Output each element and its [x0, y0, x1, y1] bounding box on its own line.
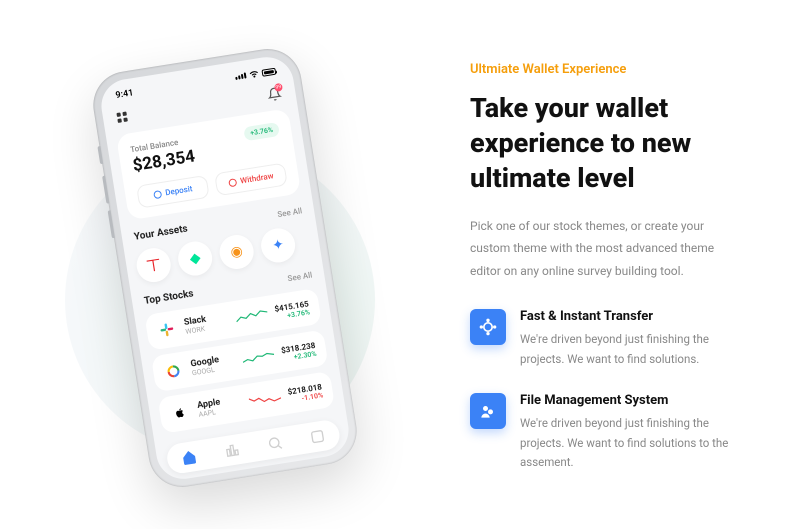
withdraw-icon: [228, 178, 237, 187]
sparkline-icon: [241, 349, 275, 368]
nav-home-icon[interactable]: [180, 448, 198, 466]
asset-neo[interactable]: ◆: [176, 239, 215, 278]
feature-title: File Management System: [520, 393, 743, 408]
feature-transfer: Fast & Instant Transfer We're driven bey…: [470, 309, 743, 369]
feature-desc: We're driven beyond just finishing the p…: [520, 414, 743, 473]
notification-bell-icon[interactable]: 99: [266, 85, 282, 101]
side-button: [97, 146, 103, 164]
marketing-content: Ultmiate Wallet Experience Take your wal…: [410, 32, 743, 496]
withdraw-button[interactable]: Withdraw: [214, 162, 288, 196]
asset-cloud[interactable]: ✦: [259, 226, 298, 265]
phone-mockup-area: 9:41 99: [50, 40, 410, 489]
feature-desc: We're driven beyond just finishing the p…: [520, 330, 743, 369]
stocks-title: Top Stocks: [143, 288, 194, 307]
slack-icon: [156, 318, 179, 341]
status-time: 9:41: [115, 88, 134, 101]
signal-icon: [235, 72, 247, 80]
nav-search-icon[interactable]: [266, 434, 284, 452]
balance-change-badge: +3.76%: [243, 122, 280, 141]
subtext: Pick one of our stock themes, or create …: [470, 215, 743, 283]
transfer-icon: [470, 309, 506, 345]
notification-badge: 99: [274, 83, 283, 92]
google-icon: [162, 360, 185, 383]
assets-see-all[interactable]: See All: [277, 206, 303, 219]
stocks-list: Slack WORK $415.165 +3.76%: [144, 288, 335, 434]
sparkline-icon: [235, 307, 269, 326]
asset-coin[interactable]: ◉: [217, 233, 256, 272]
assets-title: Your Assets: [133, 223, 188, 242]
stocks-see-all[interactable]: See All: [287, 271, 313, 284]
wifi-icon: [248, 69, 259, 78]
withdraw-label: Withdraw: [240, 171, 275, 185]
deposit-label: Deposit: [165, 184, 193, 197]
apple-icon: [169, 401, 192, 424]
menu-grid-icon[interactable]: [116, 112, 127, 123]
deposit-button[interactable]: Deposit: [136, 175, 210, 209]
feature-file-management: File Management System We're driven beyo…: [470, 393, 743, 473]
deposit-icon: [153, 190, 162, 199]
battery-icon: [261, 67, 276, 76]
eyebrow-text: Ultmiate Wallet Experience: [470, 62, 743, 77]
feature-title: Fast & Instant Transfer: [520, 309, 743, 324]
file-management-icon: [470, 393, 506, 429]
headline: Take your wallet experience to new ultim…: [470, 91, 743, 196]
asset-tesla[interactable]: 丅: [134, 246, 173, 285]
sparkline-icon: [248, 390, 282, 409]
nav-chart-icon[interactable]: [223, 441, 241, 459]
nav-profile-icon[interactable]: [309, 427, 327, 445]
